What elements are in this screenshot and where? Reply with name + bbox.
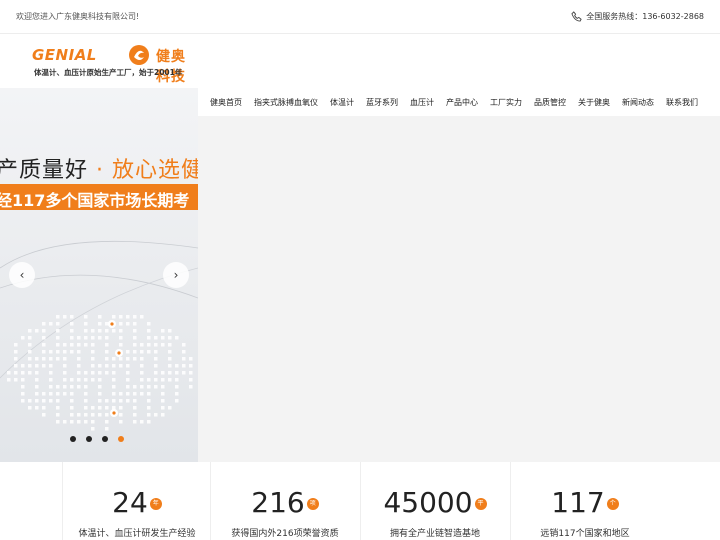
stat-number: 45000: [383, 486, 473, 519]
main-nav: 健奥首页 指夹式脉搏血氧仪 体温计 蓝牙系列 血压计 产品中心 工厂实力 品质管控 关于健奥 新闻…: [198, 88, 720, 116]
nav-item[interactable]: 新闻动态: [622, 97, 654, 108]
location-pin-icon: [108, 320, 116, 328]
logo-mark-icon: [129, 45, 149, 65]
location-pin-icon: [115, 349, 123, 357]
hotline-text: 全国服务热线：136-6032-2868: [586, 12, 704, 21]
stat-unit-badge: 年: [149, 498, 162, 510]
nav-item[interactable]: 体温计: [330, 97, 354, 108]
logo-brand: GENIAL: [32, 46, 97, 64]
welcome-text: 欢迎您进入广东健奥科技有限公司!: [16, 12, 140, 21]
stat-item: 117 个远销117个国家和地区: [510, 462, 659, 540]
stat-item: 216 项获得国内外216项荣誉资质: [210, 462, 359, 540]
content-area: [198, 116, 720, 462]
stat-number: 117: [551, 486, 605, 519]
stat-number: 216: [251, 486, 305, 519]
carousel-dot[interactable]: [118, 436, 124, 442]
stat-value: 24 年: [63, 486, 211, 519]
hotline: 全国服务热线：136-6032-2868: [571, 11, 704, 22]
stat-label: 远销117个国家和地区: [540, 529, 630, 539]
hero-headline-sep: ·: [96, 158, 105, 183]
nav-item[interactable]: 血压计: [410, 97, 434, 108]
nav-item[interactable]: 健奥首页: [210, 97, 242, 108]
nav-item[interactable]: 指夹式脉搏血氧仪: [254, 97, 318, 108]
stat-item: 45000 平拥有全产业链智造基地: [360, 462, 509, 540]
hero-headline-a: 产质量好: [0, 158, 89, 183]
stat-item: 24 年体温计、血压计研发生产经验: [62, 462, 211, 540]
hero-headline-b: 放心选健: [112, 158, 198, 183]
stat-label: 体温计、血压计研发生产经验: [78, 529, 196, 539]
carousel-next-button[interactable]: ›: [163, 262, 189, 288]
stat-label: 获得国内外216项荣誉资质: [231, 529, 339, 539]
nav-item[interactable]: 品质管控: [534, 97, 566, 108]
stat-label: 拥有全产业链智造基地: [389, 529, 480, 539]
nav-item[interactable]: 关于健奥: [578, 97, 610, 108]
hero-banner: 产质量好 · 放心选健 经117多个国家市场长期考 ‹ ›: [0, 88, 198, 462]
stat-unit-badge: 项: [306, 498, 319, 510]
location-pin-icon: [110, 409, 118, 417]
hero-headline: 产质量好 · 放心选健: [0, 152, 198, 184]
stat-value: 117 个: [511, 486, 659, 519]
nav-item[interactable]: 联系我们: [666, 97, 698, 108]
nav-item[interactable]: 工厂实力: [490, 97, 522, 108]
nav-item[interactable]: 产品中心: [446, 97, 478, 108]
stat-value: 216 项: [211, 486, 359, 519]
logo-company-name: 健奥科技: [156, 49, 186, 85]
top-bar: 欢迎您进入广东健奥科技有限公司! 全国服务热线：136-6032-2868: [0, 0, 720, 34]
logo-slogan: 体温计、血压计原始生产工厂，始于2001年: [34, 68, 183, 77]
carousel-prev-button[interactable]: ‹: [9, 262, 35, 288]
stats-section: 24 年体温计、血压计研发生产经验 216 项获得国内外216项荣誉资质 45000 平拥…: [0, 462, 720, 540]
nav-item[interactable]: 蓝牙系列: [366, 97, 398, 108]
company-logo[interactable]: GENIAL 健奥科技 体温计、血压计原始生产工厂，始于2001年: [32, 44, 192, 85]
stat-unit-badge: 个: [606, 498, 619, 510]
carousel-dot[interactable]: [86, 436, 92, 442]
stat-number: 24: [112, 486, 148, 519]
phone-icon: [571, 11, 582, 22]
stat-unit-badge: 平: [474, 498, 487, 510]
stat-value: 45000 平: [361, 486, 509, 519]
carousel-dot[interactable]: [70, 436, 76, 442]
carousel-dots: [70, 436, 134, 442]
carousel-dot[interactable]: [102, 436, 108, 442]
world-map-graphic: [0, 240, 198, 431]
